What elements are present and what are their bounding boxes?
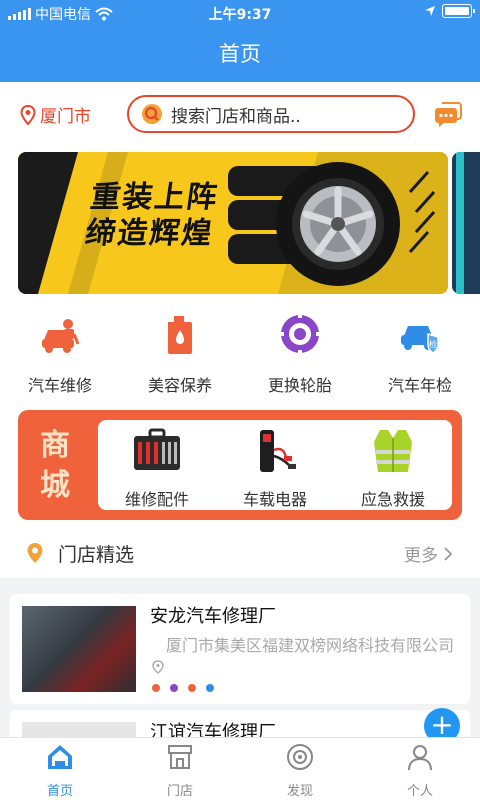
inspection-badge-icon	[206, 684, 214, 692]
category-label: 汽车年检	[387, 376, 452, 395]
category-grid: 汽车维修 美容保养 更换轮胎 检 汽车年检	[0, 304, 480, 400]
banner-artwork	[18, 152, 448, 294]
banner-title-line1: 重装上阵	[88, 180, 222, 215]
chevron-right-icon	[444, 546, 452, 561]
mall-items: 维修配件 车载电器 应急救援	[98, 420, 452, 510]
home-icon	[48, 745, 72, 769]
banner-carousel[interactable]: 重装上阵 缔造辉煌	[0, 146, 480, 304]
category-label: 汽车维修	[27, 376, 92, 395]
car-inspection-icon: 检	[401, 326, 439, 354]
tire-icon	[280, 314, 320, 354]
tab-profile[interactable]: 个人	[360, 738, 480, 800]
mall-item-rescue[interactable]: 应急救援	[334, 420, 452, 510]
tab-label: 首页	[46, 784, 73, 799]
category-label: 更换轮胎	[267, 376, 332, 395]
safety-vest-icon	[374, 430, 412, 472]
tab-discover[interactable]: 发现	[240, 738, 360, 800]
tire-badge-icon	[170, 684, 178, 692]
mall-section: 商城 维修配件 车载电器 应急救援	[0, 400, 480, 528]
battery-icon	[442, 4, 475, 18]
oil-bottle-icon	[168, 316, 192, 354]
tab-label: 门店	[166, 784, 193, 799]
banner-slide[interactable]: 重装上阵 缔造辉煌	[18, 152, 448, 294]
store-photo	[22, 606, 136, 692]
jump-starter-icon	[260, 430, 296, 472]
category-car-repair[interactable]: 汽车维修	[0, 304, 120, 400]
more-link[interactable]: 更多	[404, 541, 452, 566]
search-icon	[142, 104, 162, 124]
car-repair-icon	[42, 319, 80, 353]
mall-item-parts[interactable]: 维修配件	[98, 420, 216, 510]
banner-title: 重装上阵 缔造辉煌	[83, 180, 221, 252]
user-icon	[408, 745, 432, 771]
bottom-tab-bar: 首页 门店 发现 个人	[0, 737, 480, 800]
store-icon	[168, 745, 192, 769]
tab-store[interactable]: 门店	[120, 738, 240, 800]
discover-icon	[287, 744, 313, 770]
mall-title: 商城	[40, 428, 70, 503]
category-tire[interactable]: 更换轮胎	[240, 304, 360, 400]
section-title: 门店精选	[58, 544, 135, 566]
banner-next-slide[interactable]	[452, 152, 480, 294]
stores-section-header: 门店精选 更多	[0, 528, 480, 578]
toolkit-icon	[134, 428, 180, 470]
category-beauty[interactable]: 美容保养	[120, 304, 240, 400]
message-icon[interactable]	[434, 100, 462, 128]
mall-item-label: 应急救援	[360, 490, 425, 509]
location-arrow-icon	[425, 6, 435, 16]
map-pin-icon	[20, 104, 36, 125]
search-placeholder: 搜索门店和商品..	[171, 106, 301, 127]
store-address: 厦门市集美区福建双榜网络科技有限公司	[166, 636, 455, 655]
search-input[interactable]: 搜索门店和商品..	[127, 95, 415, 133]
tab-home[interactable]: 首页	[0, 738, 120, 800]
category-inspection[interactable]: 检 汽车年检	[360, 304, 480, 400]
location-icon	[152, 660, 164, 674]
mall-item-electrics[interactable]: 车载电器	[216, 420, 334, 510]
svg-text:检: 检	[429, 339, 437, 349]
mall-card[interactable]: 商城 维修配件 车载电器 应急救援	[18, 410, 462, 520]
status-bar: 中国电信 上午9:37	[0, 0, 480, 26]
beauty-badge-icon	[188, 684, 196, 692]
more-label: 更多	[404, 546, 438, 566]
banner-title-line2: 缔造辉煌	[83, 216, 216, 251]
category-label: 美容保养	[147, 376, 212, 395]
tab-label: 发现	[286, 784, 313, 799]
status-time: 上午9:37	[208, 7, 272, 23]
status-right	[424, 4, 475, 18]
page-title: 首页	[0, 26, 480, 82]
repair-badge-icon	[152, 684, 160, 692]
city-label: 厦门市	[40, 107, 91, 127]
mall-item-label: 车载电器	[242, 490, 307, 509]
map-pin-icon	[27, 543, 43, 563]
search-row: 厦门市 搜索门店和商品..	[0, 82, 480, 146]
store-card[interactable]: 安龙汽车修理厂 厦门市集美区福建双榜网络科技有限公司	[10, 594, 470, 704]
city-selector[interactable]: 厦门市	[20, 102, 91, 127]
service-badges	[152, 684, 214, 692]
tab-label: 个人	[406, 784, 433, 799]
mall-item-label: 维修配件	[124, 490, 189, 509]
store-name: 安龙汽车修理厂	[150, 606, 276, 627]
